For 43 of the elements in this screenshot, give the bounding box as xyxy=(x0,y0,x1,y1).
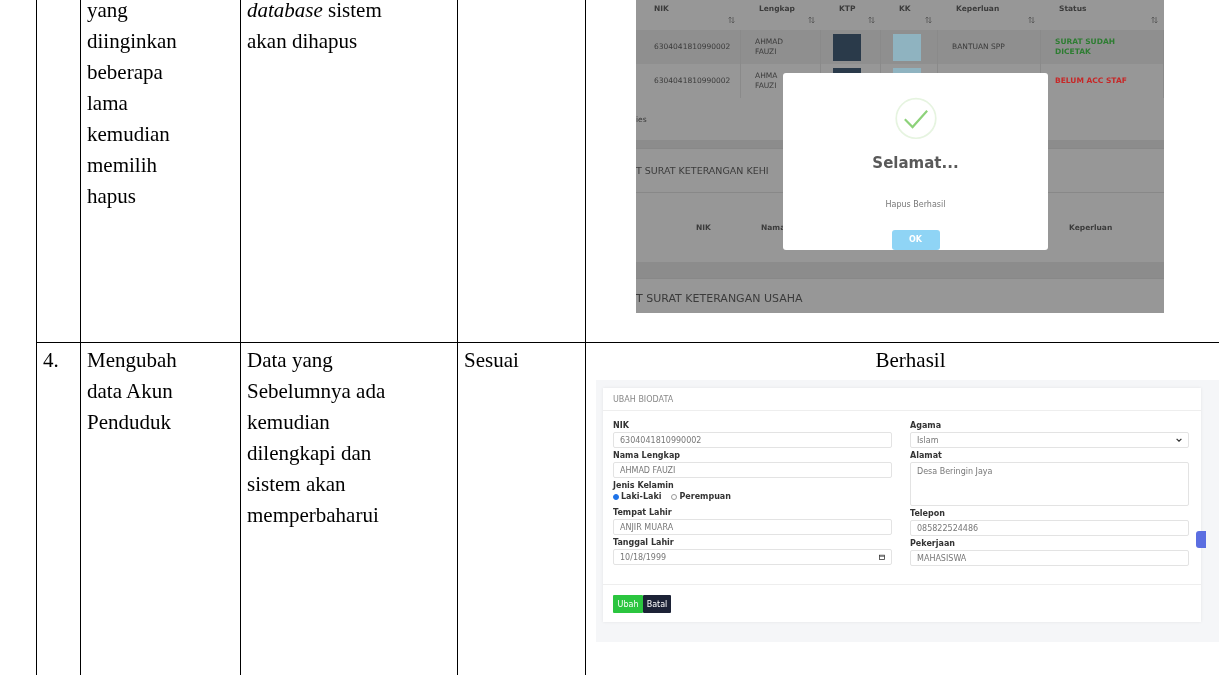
test-result: Sesuai xyxy=(464,347,520,374)
dialog-message: Hapus Berhasil xyxy=(885,198,946,211)
field-label: Alamat xyxy=(910,451,943,460)
card-title: UBAH BIODATA xyxy=(603,388,1201,411)
form-button[interactable]: Batal xyxy=(643,595,671,613)
date-field[interactable]: 10/18/1999 xyxy=(613,549,892,565)
expected-result: database sistem akan dihapus xyxy=(247,0,383,55)
field-label: NIK xyxy=(613,421,630,430)
row-number: 4. xyxy=(43,347,60,374)
radio-option[interactable]: Laki-Laki xyxy=(613,492,662,501)
floating-tab[interactable] xyxy=(1196,531,1206,548)
text-field[interactable]: ANJIR MUARA xyxy=(613,519,892,535)
sort-icon[interactable] xyxy=(1028,16,1035,24)
select-field[interactable]: Islam xyxy=(910,432,1189,448)
text-field[interactable]: 6304041810990002 xyxy=(613,432,892,448)
section-title: T SURAT KETERANGAN USAHA xyxy=(636,291,803,307)
field-label: Tanggal Lahir xyxy=(613,538,675,547)
field-label: Jenis Kelamin xyxy=(613,481,675,490)
section-title: T SURAT KETERANGAN KEHI xyxy=(636,164,769,178)
field-label: Nama Lengkap xyxy=(613,451,681,460)
field-label: Agama xyxy=(910,421,943,430)
test-activity: yang diinginkan beberapa lama kemudian memilih hapus xyxy=(87,0,178,210)
radio-option[interactable]: Perempuan xyxy=(671,492,731,501)
sort-icon[interactable] xyxy=(728,16,735,24)
chevron-down-icon xyxy=(1176,438,1182,442)
evidence-caption: Berhasil xyxy=(875,347,946,374)
text-field[interactable]: 085822524486 xyxy=(910,520,1189,536)
dialog-title: Selamat... xyxy=(872,152,959,174)
sort-icon[interactable] xyxy=(808,16,815,24)
field-label: Telepon xyxy=(910,509,946,518)
test-activity: Mengubah data Akun Penduduk xyxy=(87,347,178,436)
expected-result: Data yang Sebelumnya ada kemudian dilengkapi dan sistem akan memperbaharui xyxy=(247,347,387,529)
text-field[interactable]: AHMAD FAUZI xyxy=(613,462,892,478)
textarea-field[interactable]: Desa Beringin Jaya xyxy=(910,462,1189,506)
sort-icon[interactable] xyxy=(925,16,932,24)
id-card-thumbnail xyxy=(833,33,861,61)
sort-icon[interactable] xyxy=(1151,16,1158,24)
sort-icon[interactable] xyxy=(868,16,875,24)
calendar-icon[interactable] xyxy=(879,554,885,560)
field-label: Pekerjaan xyxy=(910,539,956,548)
field-label: Tempat Lahir xyxy=(613,508,673,517)
text-field[interactable]: MAHASISWA xyxy=(910,550,1189,566)
document-thumbnail xyxy=(893,33,921,61)
